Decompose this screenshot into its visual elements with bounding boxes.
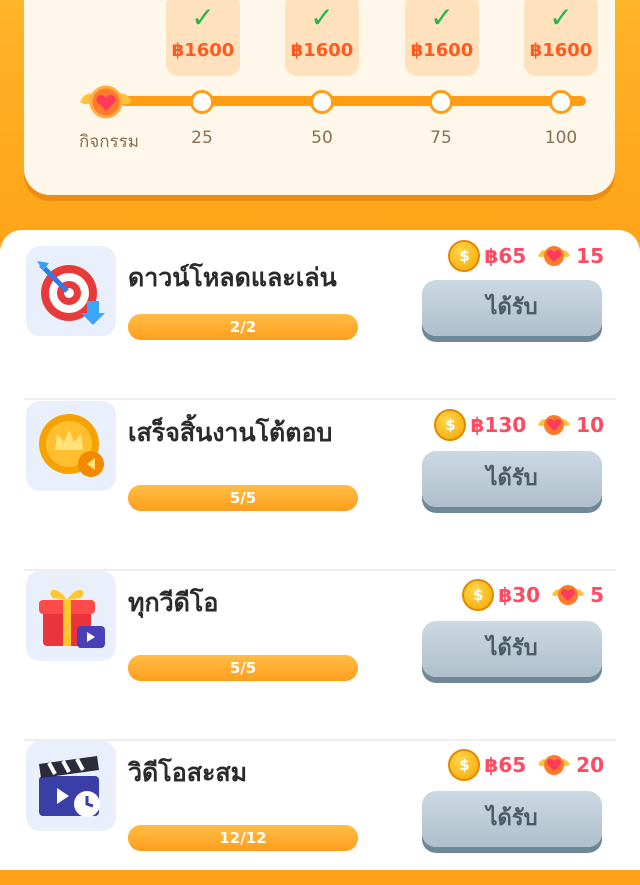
- claim-button[interactable]: ได้รับ: [422, 451, 602, 507]
- claim-button[interactable]: ได้รับ: [422, 621, 602, 677]
- heart-wings-icon: [80, 85, 132, 119]
- milestone-4[interactable]: ✓ ฿1600: [524, 0, 598, 76]
- heart-reward: 5: [590, 583, 604, 607]
- dart-target-download-icon: [26, 246, 116, 336]
- tick-label: 25: [191, 128, 213, 148]
- tick-label: 100: [544, 128, 578, 148]
- heart-wings-icon: [538, 415, 571, 435]
- task-progress-text: 5/5: [229, 659, 257, 677]
- coin-icon: $: [462, 579, 495, 611]
- task-progress-bar: 5/5: [128, 655, 358, 681]
- coin-icon: $: [448, 749, 481, 781]
- task-rewards: $ ฿30 5: [462, 579, 604, 611]
- activity-label: กิจกรรม: [78, 132, 139, 152]
- claim-button[interactable]: ได้รับ: [422, 791, 602, 847]
- check-icon: ✓: [310, 1, 334, 34]
- milestone-amount: ฿1600: [410, 40, 474, 61]
- task-progress-bar: 12/12: [128, 825, 358, 851]
- task-rewards: $ ฿65 15: [448, 240, 604, 272]
- task-row: ทุกวีดีโอ 5/5 $ ฿30 5 ได้รับ: [0, 545, 640, 741]
- coin-icon: $: [448, 240, 481, 272]
- task-title: เสร็จสิ้นงานโต้ตอบ: [128, 418, 333, 447]
- check-icon: ✓: [430, 1, 454, 34]
- task-list: ดาวน์โหลดและเล่น 2/2 $ ฿65 15 ได้รับ เสร…: [0, 230, 640, 870]
- milestone-1[interactable]: ✓ ฿1600: [166, 0, 240, 76]
- cash-reward: ฿65: [484, 244, 527, 268]
- progress-node-50: [310, 90, 334, 114]
- task-title: วิดีโอสะสม: [128, 758, 248, 787]
- coin-icon: $: [434, 409, 467, 441]
- clapperboard-clock-icon: [26, 741, 116, 831]
- heart-reward: 20: [576, 753, 604, 777]
- task-progress-bar: 5/5: [128, 485, 358, 511]
- milestone-card: ✓ ฿1600 ✓ ฿1600 ✓ ฿1600 ✓ ฿1600 กิจกรรม …: [24, 0, 615, 195]
- task-progress-text: 12/12: [219, 829, 267, 847]
- task-row: วิดีโอสะสม 12/12 $ ฿65 20 ได้รับ: [0, 715, 640, 885]
- task-rewards: $ ฿65 20: [448, 749, 604, 781]
- cash-reward: ฿130: [470, 413, 527, 437]
- task-progress-bar: 2/2: [128, 314, 358, 340]
- check-icon: ✓: [191, 1, 215, 34]
- tick-label: 50: [311, 128, 333, 148]
- heart-wings-icon: [538, 755, 571, 775]
- task-title: ดาวน์โหลดและเล่น: [128, 263, 337, 292]
- heart-reward: 15: [576, 244, 604, 268]
- heart-wings-icon: [538, 246, 571, 266]
- gift-video-icon: [26, 571, 116, 661]
- task-progress-text: 5/5: [229, 489, 257, 507]
- progress-node-25: [190, 90, 214, 114]
- task-rewards: $ ฿130 10: [434, 409, 604, 441]
- cash-reward: ฿65: [484, 753, 527, 777]
- cash-reward: ฿30: [498, 583, 541, 607]
- milestone-2[interactable]: ✓ ฿1600: [285, 0, 359, 76]
- milestone-3[interactable]: ✓ ฿1600: [405, 0, 479, 76]
- milestone-amount: ฿1600: [171, 40, 235, 61]
- task-row: เสร็จสิ้นงานโต้ตอบ 5/5 $ ฿130 10 ได้รับ: [0, 375, 640, 571]
- milestone-amount: ฿1600: [529, 40, 593, 61]
- task-progress-text: 2/2: [229, 318, 257, 336]
- heart-reward: 10: [576, 413, 604, 437]
- tick-label: 75: [430, 128, 452, 148]
- heart-wings-icon: [552, 585, 585, 605]
- crown-coin-icon: [26, 401, 116, 491]
- progress-node-100: [549, 90, 573, 114]
- milestone-amount: ฿1600: [290, 40, 354, 61]
- task-title: ทุกวีดีโอ: [128, 588, 219, 617]
- progress-node-75: [429, 90, 453, 114]
- claim-button[interactable]: ได้รับ: [422, 280, 602, 336]
- check-icon: ✓: [549, 1, 573, 34]
